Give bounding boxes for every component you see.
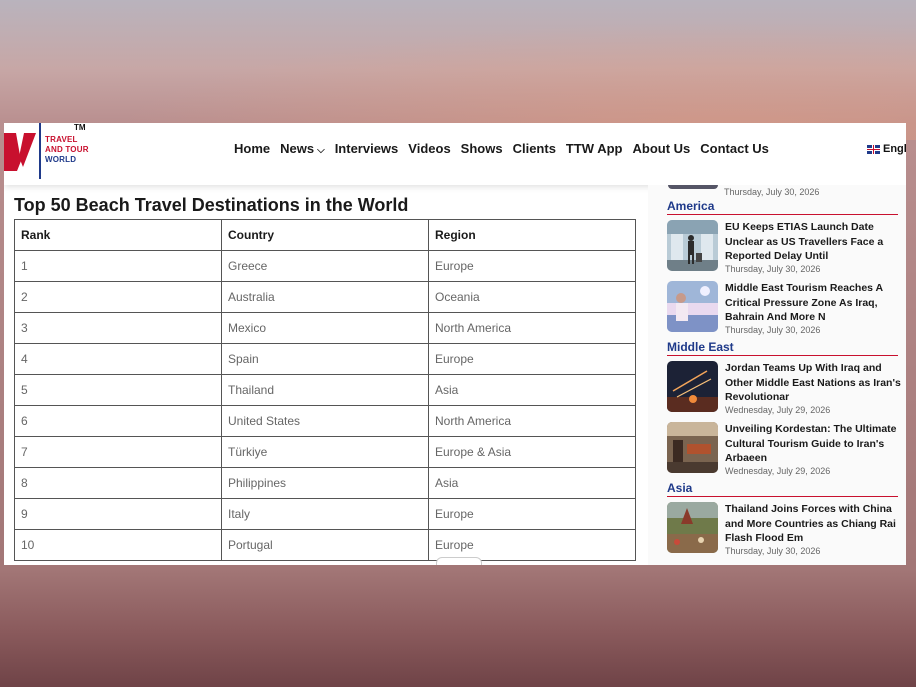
table-row: 6 United States North America (14, 405, 636, 437)
logo-trademark: TM (74, 123, 86, 132)
news-headline[interactable]: Unveiling Kordestan: The Ultimate Cultur… (725, 422, 903, 466)
article-title: Top 50 Beach Travel Destinations in the … (14, 195, 409, 215)
region-cell: Europe (428, 250, 636, 282)
logo-text-world: WORLD (45, 155, 77, 164)
section-heading-middle-east[interactable]: Middle East (667, 340, 898, 356)
table-row: 2 Australia Oceania (14, 281, 636, 313)
country-cell: Spain (221, 343, 429, 375)
nav-contact-us[interactable]: Contact Us (700, 141, 769, 156)
scroll-to-top-button[interactable] (436, 557, 482, 565)
news-headline[interactable]: Thailand Joins Forces with China and Mor… (725, 502, 903, 546)
news-date: Thursday, July 30, 2026 (725, 324, 821, 335)
rank-cell: 1 (14, 250, 222, 282)
night-sky-missiles-thumbnail (667, 361, 718, 412)
table-row: 7 Türkiye Europe & Asia (14, 436, 636, 468)
table-row: 10 Portugal Europe (14, 529, 636, 561)
rank-cell: 7 (14, 436, 222, 468)
rank-cell: 10 (14, 529, 222, 561)
country-cell: Portugal (221, 529, 429, 561)
webpage-screenshot: TM TRAVEL AND TOUR WORLD Home News ⌵ Inte… (4, 123, 906, 565)
news-date: Wednesday, July 29, 2026 (725, 465, 831, 476)
news-date: Thursday, July 30, 2026 (724, 187, 820, 197)
nav-clients[interactable]: Clients (513, 141, 556, 156)
rank-cell: 5 (14, 374, 222, 406)
chevron-down-icon: ⌵ (317, 145, 325, 156)
country-cell: Australia (221, 281, 429, 313)
country-cell: Greece (221, 250, 429, 282)
uk-flag-icon (867, 144, 880, 154)
table-row: 4 Spain Europe (14, 343, 636, 375)
sidebar-news: Thursday, July 30, 2026 America EU Keeps… (648, 185, 906, 565)
news-headline[interactable]: EU Keeps ETIAS Launch Date Unclear as US… (725, 220, 903, 264)
cut-off-thumbnail (668, 185, 718, 189)
airport-traveller-thumbnail (667, 220, 718, 271)
nav-videos[interactable]: Videos (408, 141, 450, 156)
temple-flood-thumbnail (667, 502, 718, 553)
nav-shows[interactable]: Shows (461, 141, 503, 156)
nav-interviews[interactable]: Interviews (335, 141, 399, 156)
nav-news[interactable]: News ⌵ (280, 141, 325, 156)
market-stall-thumbnail (667, 422, 718, 473)
news-item[interactable]: EU Keeps ETIAS Launch Date Unclear as US… (667, 220, 903, 276)
language-label: Engl (883, 143, 906, 155)
country-cell: Philippines (221, 467, 429, 499)
rank-cell: 3 (14, 312, 222, 344)
region-cell: North America (428, 405, 636, 437)
table-row: 9 Italy Europe (14, 498, 636, 530)
rank-cell: 8 (14, 467, 222, 499)
woman-coastline-thumbnail (667, 281, 718, 332)
region-cell: North America (428, 312, 636, 344)
news-item[interactable]: Unveiling Kordestan: The Ultimate Cultur… (667, 422, 903, 478)
site-header: TM TRAVEL AND TOUR WORLD Home News ⌵ Inte… (4, 123, 906, 185)
country-cell: Türkiye (221, 436, 429, 468)
language-selector[interactable]: Engl (867, 143, 906, 155)
news-item[interactable]: Middle East Tourism Reaches A Critical P… (667, 281, 903, 337)
nav-home[interactable]: Home (234, 141, 270, 156)
region-cell: Asia (428, 374, 636, 406)
logo-text-travel: TRAVEL (45, 135, 78, 144)
logo-v-icon (4, 133, 36, 171)
table-row: 5 Thailand Asia (14, 374, 636, 406)
rank-cell: 2 (14, 281, 222, 313)
header-rank: Rank (14, 219, 222, 251)
nav-news-label: News (280, 141, 315, 156)
table-row: 1 Greece Europe (14, 250, 636, 282)
country-cell: Italy (221, 498, 429, 530)
region-cell: Europe (428, 529, 636, 561)
region-cell: Oceania (428, 281, 636, 313)
table-row: 8 Philippines Asia (14, 467, 636, 499)
header-region: Region (428, 219, 636, 251)
section-heading-america[interactable]: America (667, 199, 898, 215)
rank-cell: 9 (14, 498, 222, 530)
country-cell: Thailand (221, 374, 429, 406)
main-nav: Home News ⌵ Interviews Videos Shows Clien… (234, 141, 769, 156)
region-cell: Asia (428, 467, 636, 499)
section-heading-asia[interactable]: Asia (667, 481, 898, 497)
logo-text-and-tour: AND TOUR (45, 145, 89, 154)
news-date: Thursday, July 30, 2026 (725, 545, 821, 556)
nav-about-us[interactable]: About Us (632, 141, 690, 156)
news-headline[interactable]: Jordan Teams Up With Iraq and Other Midd… (725, 361, 903, 405)
region-cell: Europe & Asia (428, 436, 636, 468)
nav-ttw-app[interactable]: TTW App (566, 141, 623, 156)
table-header-row: Rank Country Region (14, 219, 636, 251)
region-cell: Europe (428, 343, 636, 375)
table-row: 3 Mexico North America (14, 312, 636, 344)
rank-cell: 6 (14, 405, 222, 437)
region-cell: Europe (428, 498, 636, 530)
news-headline[interactable]: Middle East Tourism Reaches A Critical P… (725, 281, 903, 325)
country-cell: Mexico (221, 312, 429, 344)
rank-cell: 4 (14, 343, 222, 375)
news-date: Thursday, July 30, 2026 (725, 263, 821, 274)
header-country: Country (221, 219, 429, 251)
site-logo[interactable]: TM TRAVEL AND TOUR WORLD (4, 123, 104, 181)
news-item[interactable]: Jordan Teams Up With Iraq and Other Midd… (667, 361, 903, 417)
country-cell: United States (221, 405, 429, 437)
destinations-table: Rank Country Region 1 Greece Europe 2 Austr… (14, 219, 636, 561)
background-glow (0, 0, 916, 140)
news-item[interactable]: Thailand Joins Forces with China and Mor… (667, 502, 903, 558)
news-date: Wednesday, July 29, 2026 (725, 404, 831, 415)
logo-divider (39, 123, 41, 179)
